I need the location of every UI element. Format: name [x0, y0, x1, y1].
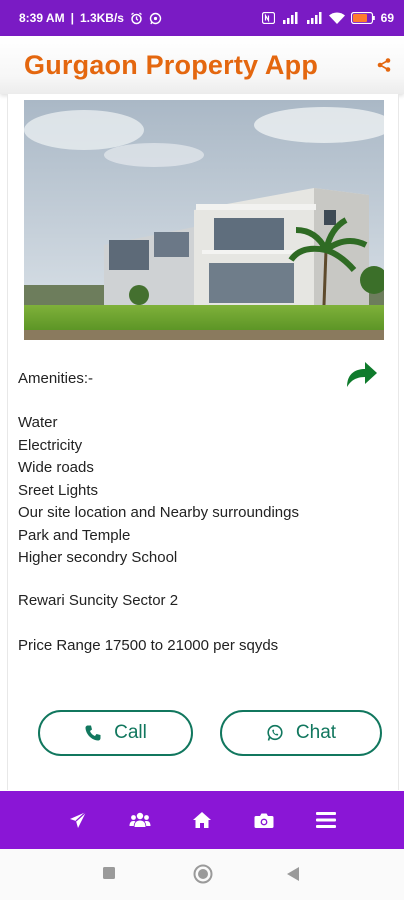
- whatsapp-status-icon: [149, 12, 162, 25]
- bottom-nav: [0, 791, 404, 849]
- share-button[interactable]: [376, 57, 392, 73]
- chat-label: Chat: [295, 722, 337, 743]
- status-separator: |: [70, 11, 74, 25]
- app-bar: Gurgaon Property App: [0, 36, 404, 94]
- battery-icon: [350, 12, 375, 24]
- status-right: 69: [261, 11, 394, 25]
- amenities-list: Water Electricity Wide roads Sreet Light…: [18, 412, 299, 570]
- back-triangle-icon: [287, 867, 299, 881]
- amenity-item: Our site location and Nearby surrounding…: [18, 504, 299, 521]
- battery-level: 69: [380, 11, 394, 25]
- property-image: [24, 100, 384, 340]
- signal-icon-1: [281, 12, 299, 24]
- property-details: Amenities:- Water Electricity Wide roads…: [7, 94, 399, 790]
- call-button[interactable]: Call: [38, 710, 193, 756]
- share-icon: [377, 58, 391, 72]
- status-left: 8:39 AM | 1.3KB/s: [19, 11, 162, 25]
- recents-button[interactable]: [102, 866, 116, 885]
- price-range: Price Range 17500 to 21000 per sqyds: [18, 637, 279, 654]
- amenities-title: Amenities:-: [18, 370, 94, 387]
- property-location: Rewari Suncity Sector 2: [18, 592, 179, 609]
- nfc-icon: [261, 12, 275, 24]
- call-label: Call: [114, 722, 147, 743]
- nav-menu[interactable]: [295, 791, 357, 849]
- status-speed: 1.3KB/s: [79, 11, 124, 25]
- app-title: Gurgaon Property App: [24, 49, 319, 80]
- amenity-item: Water: [18, 414, 58, 431]
- wifi-icon: [328, 12, 345, 24]
- home-icon: [193, 812, 211, 828]
- amenity-item: Wide roads: [18, 459, 94, 476]
- amenity-item: Park and Temple: [18, 526, 131, 544]
- status-bar: 8:39 AM | 1.3KB/s 69: [0, 0, 404, 36]
- nav-camera[interactable]: [233, 791, 295, 849]
- back-button[interactable]: [286, 866, 300, 887]
- whatsapp-icon: [267, 724, 283, 741]
- amenity-item: Higher secondry School: [18, 549, 178, 566]
- alarm-icon: [130, 11, 143, 25]
- home-system-button[interactable]: [193, 864, 213, 889]
- amenities-header: Amenities:-: [18, 362, 378, 398]
- amenity-item: Electricity: [18, 436, 83, 454]
- camera-icon: [254, 813, 274, 828]
- phone-icon: [85, 725, 101, 741]
- system-nav-bar: [0, 849, 404, 900]
- forward-arrow-icon: [347, 362, 377, 387]
- nav-home[interactable]: [171, 791, 233, 849]
- circle-icon: [193, 864, 213, 884]
- forward-button[interactable]: [344, 360, 378, 390]
- signal-icon-2: [305, 12, 323, 24]
- nav-send[interactable]: [47, 791, 109, 849]
- menu-icon: [316, 812, 336, 828]
- status-time: 8:39 AM: [19, 11, 65, 25]
- chat-button[interactable]: Chat: [220, 710, 382, 756]
- square-icon: [103, 867, 115, 879]
- nav-group[interactable]: [109, 791, 171, 849]
- group-icon: [129, 812, 151, 827]
- send-icon: [70, 811, 87, 828]
- amenity-item: Sreet Lights: [18, 481, 99, 499]
